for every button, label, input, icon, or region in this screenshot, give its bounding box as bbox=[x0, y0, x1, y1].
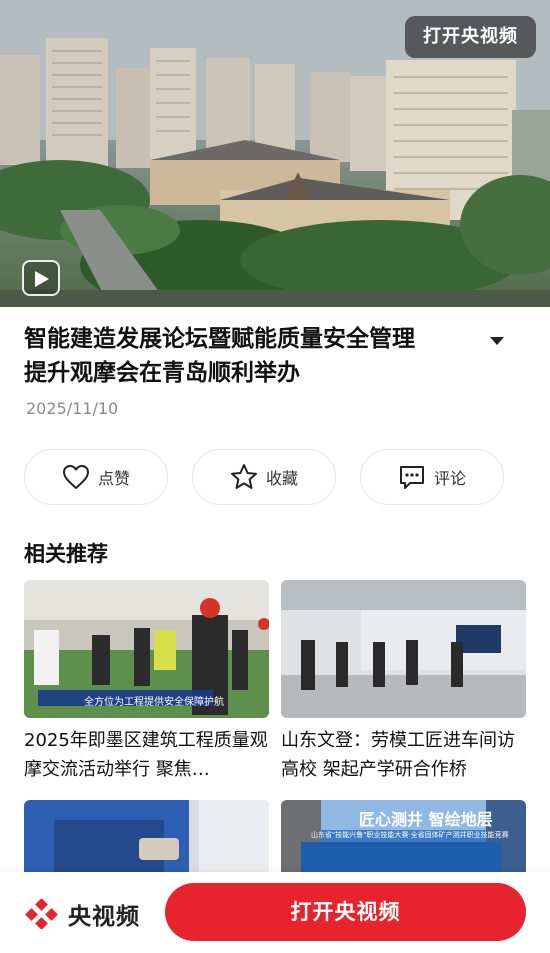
star-icon bbox=[230, 464, 257, 489]
related-thumbnail-2 bbox=[281, 580, 526, 718]
caret-down-icon[interactable] bbox=[488, 334, 506, 348]
related-card-2[interactable]: 山东文登：劳模工匠进车间访高校 架起产学研合作桥 bbox=[281, 580, 526, 784]
article-title-line1: 智能建造发展论坛暨赋能质量安全管理 bbox=[24, 326, 415, 352]
related-thumbnail-4[interactable]: 匠心测井 智绘地层 山东省"技能兴鲁"职业技能大赛·全省固体矿产测井职业技能竞赛 bbox=[281, 800, 526, 872]
open-app-button[interactable]: 打开央视频 bbox=[165, 883, 526, 941]
action-bar: 点赞 收藏 评论 bbox=[24, 449, 504, 505]
comment-label: 评论 bbox=[433, 469, 466, 488]
bottom-bar: 央视频 打开央视频 bbox=[0, 872, 550, 953]
related-heading: 相关推荐 bbox=[24, 542, 108, 566]
like-button[interactable]: 点赞 bbox=[24, 449, 168, 505]
open-app-button-top[interactable]: 打开央视频 bbox=[405, 16, 536, 58]
video-player[interactable]: 打开央视频 bbox=[0, 0, 550, 307]
article-title: 智能建造发展论坛暨赋能质量安全管理 提升观摩会在青岛顺利举办 bbox=[24, 322, 484, 390]
related-thumbnail-1-banner: 全方位为工程提供安全保障护航 bbox=[84, 697, 224, 708]
favorite-label: 收藏 bbox=[265, 469, 298, 488]
related-thumbnail-1: 全方位为工程提供安全保障护航 bbox=[24, 580, 269, 718]
publish-date: 2025/11/10 bbox=[26, 399, 119, 418]
favorite-button[interactable]: 收藏 bbox=[192, 449, 336, 505]
comment-icon bbox=[399, 466, 424, 489]
related-thumbnail-3[interactable] bbox=[24, 800, 269, 872]
play-button[interactable] bbox=[22, 260, 60, 296]
related-thumbnail-4-banner-title: 匠心测井 智绘地层 bbox=[359, 810, 493, 829]
comment-button[interactable]: 评论 bbox=[360, 449, 504, 505]
related-title-2: 山东文登：劳模工匠进车间访高校 架起产学研合作桥 bbox=[281, 730, 515, 780]
related-thumbnail-4-banner-sub: 山东省"技能兴鲁"职业技能大赛·全省固体矿产测井职业技能竞赛 bbox=[311, 831, 509, 839]
related-card-1[interactable]: 全方位为工程提供安全保障护航 2025年即墨区建筑工程质量观摩交流活动举行 聚焦… bbox=[24, 580, 269, 784]
cctv-video-logo-icon bbox=[25, 899, 58, 929]
related-title-1: 2025年即墨区建筑工程质量观摩交流活动举行 聚焦… bbox=[24, 730, 268, 780]
article-title-line2: 提升观摩会在青岛顺利举办 bbox=[24, 360, 300, 386]
like-label: 点赞 bbox=[97, 469, 130, 488]
play-icon bbox=[35, 271, 49, 287]
heart-icon bbox=[62, 465, 89, 489]
brand-logo[interactable]: 央视频 bbox=[24, 897, 140, 931]
brand-name: 央视频 bbox=[68, 904, 140, 930]
